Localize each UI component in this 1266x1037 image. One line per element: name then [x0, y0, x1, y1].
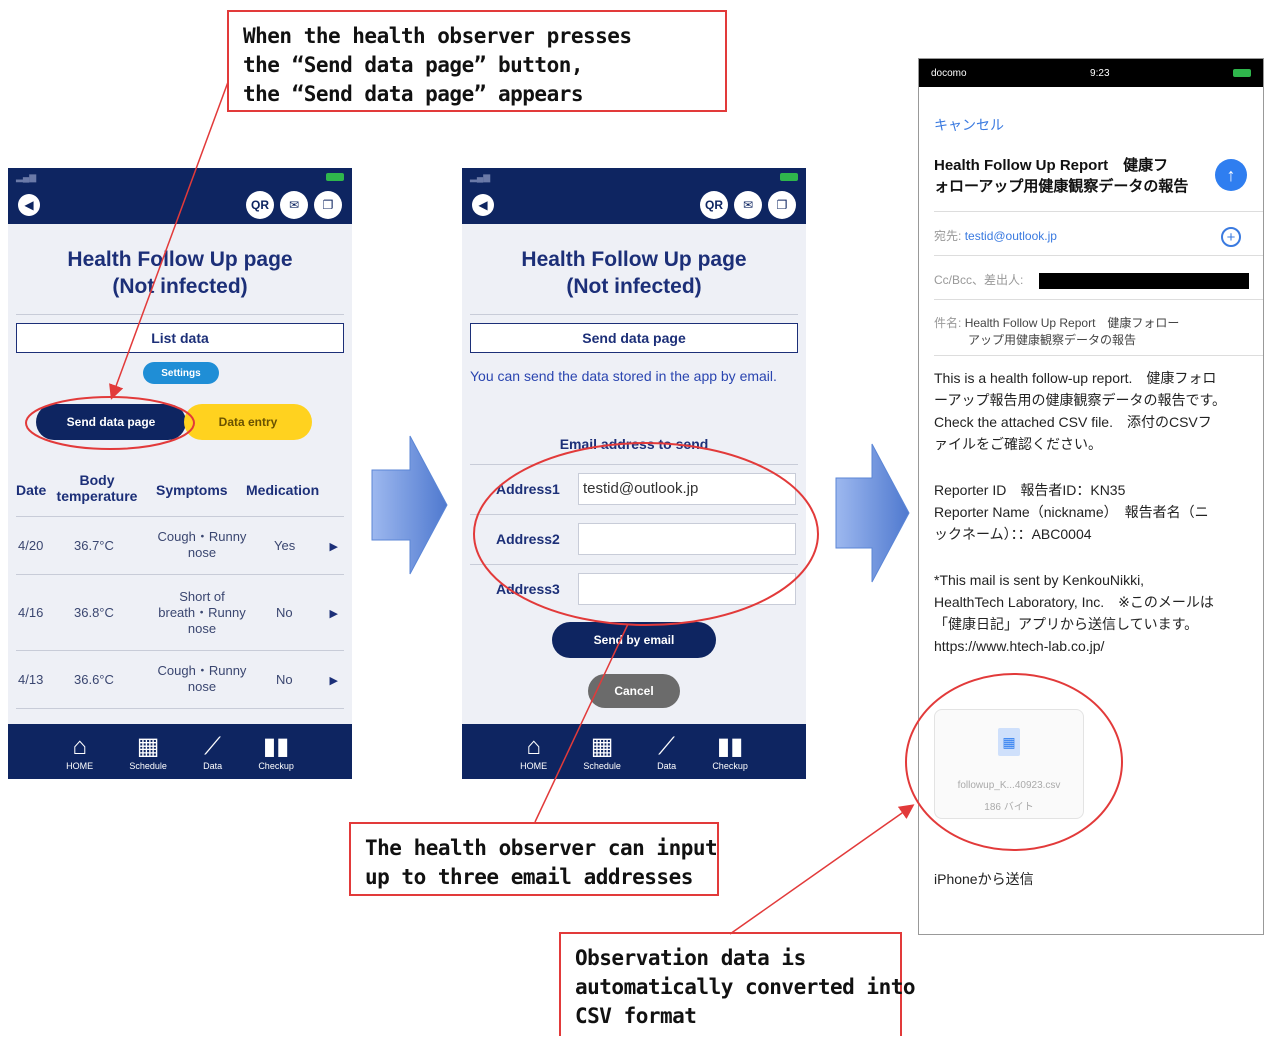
chevron-right-icon: ▶: [329, 608, 338, 620]
status-time: 9:23: [1090, 67, 1110, 79]
nav-bar: ◀ QR ✉ ❐: [462, 186, 806, 224]
spreadsheet-file-icon: ▦: [998, 728, 1020, 756]
qr-icon[interactable]: QR: [246, 191, 274, 219]
divider: [934, 255, 1263, 256]
status-bar: ▂▄▆: [462, 168, 806, 186]
page-title: Health Follow Up page (Not infected): [67, 248, 293, 298]
col-symptoms: Symptoms: [156, 482, 228, 498]
address3-input[interactable]: [578, 573, 796, 605]
divider: [934, 299, 1263, 300]
battery-icon: [1232, 69, 1251, 77]
tab-checkup[interactable]: ▮▮ Checkup: [258, 733, 294, 771]
mail-icon[interactable]: ✉: [280, 191, 308, 219]
col-body-temperature: Body temperature: [56, 472, 138, 504]
nav-bar: ◀ QR ✉ ❐: [8, 186, 352, 224]
table-row[interactable]: 4/13 36.6°C Cough・Runny nose No ▶: [16, 650, 344, 708]
callout-three-addresses: The health observer can input up to thre…: [349, 822, 719, 896]
status-bar: docomo 9:23: [919, 59, 1263, 87]
signal-icon: ▂▄▆: [16, 171, 37, 182]
signal-icon: ▂▄▆: [470, 171, 491, 182]
redacted-sender: [1039, 273, 1249, 289]
cancel-link[interactable]: キャンセル: [934, 115, 1004, 135]
pointer-line: [729, 804, 915, 935]
tab-data[interactable]: ⟋ Data: [657, 733, 676, 771]
book-icon: ▮▮: [716, 732, 744, 760]
calendar-icon: ▦: [136, 732, 160, 760]
tab-home[interactable]: ⌂ HOME: [66, 733, 93, 771]
callout-csv-format: Observation data is automatically conver…: [559, 932, 916, 1036]
to-field[interactable]: 宛先: testid@outlook.jp: [934, 227, 1057, 244]
mail-subject-heading: Health Follow Up Report 健康フ ォローアップ用健康観察デ…: [934, 157, 1189, 195]
table-row[interactable]: 4/20 36.7°C Cough・Runny nose Yes ▶: [16, 516, 344, 574]
battery-icon: [780, 173, 798, 181]
address1-input[interactable]: testid@outlook.jp: [578, 473, 796, 505]
page-title: Health Follow Up page (Not infected): [521, 248, 747, 298]
tab-bar: ⌂ HOME ▦ Schedule ⟋ Data ▮▮ Checkup: [462, 724, 806, 779]
mail-signature: iPhoneから送信: [934, 871, 1034, 887]
flow-arrow-right-icon: [371, 435, 448, 575]
table-row[interactable]: 4/16 36.8°C Short of breath・Runny nose No …: [16, 574, 344, 650]
chart-icon: ⟋: [658, 732, 675, 760]
tab-bar: ⌂ HOME ▦ Schedule ⟋ Data ▮▮ Checkup: [8, 724, 352, 779]
send-data-page-button[interactable]: Send data page: [36, 404, 186, 440]
divider: [470, 314, 798, 315]
mail-icon[interactable]: ✉: [734, 191, 762, 219]
section-header: List data: [16, 323, 344, 353]
address2-row: Address2: [470, 514, 798, 564]
home-icon: ⌂: [72, 732, 87, 760]
divider: [934, 211, 1263, 212]
section-header: Send data page: [470, 323, 798, 353]
divider: [16, 314, 344, 315]
tab-home[interactable]: ⌂ HOME: [520, 733, 547, 771]
callout-send-page: When the health observer presses the “Se…: [227, 10, 727, 112]
csv-attachment[interactable]: ▦ followup_K...40923.csv 186 バイト: [934, 709, 1084, 819]
back-icon[interactable]: ◀: [18, 194, 40, 216]
subject-field[interactable]: 件名: Health Follow Up Report 健康フォロー アップ用健…: [934, 315, 1179, 349]
table-header: Date Body temperature Symptoms Medicatio…: [8, 470, 352, 514]
carrier: docomo: [931, 67, 967, 79]
calendar-icon: ▦: [590, 732, 614, 760]
chevron-right-icon: ▶: [329, 541, 338, 553]
list-data-screen: ▂▄▆ ◀ QR ✉ ❐ Health Follow Up page (Not …: [8, 168, 352, 779]
back-icon[interactable]: ◀: [472, 194, 494, 216]
flow-arrow-right-icon: [835, 443, 910, 583]
cancel-button[interactable]: Cancel: [588, 674, 680, 708]
data-entry-button[interactable]: Data entry: [184, 404, 312, 440]
tab-data[interactable]: ⟋ Data: [203, 733, 222, 771]
mail-body-footer-note: *This mail is sent by KenkouNikki, Health…: [934, 572, 1214, 654]
divider: [934, 355, 1263, 356]
copy-icon[interactable]: ❐: [768, 191, 796, 219]
email-section-label: Email address to send: [559, 436, 709, 452]
intro-text: You can send the data stored in the app …: [470, 368, 777, 384]
status-bar: ▂▄▆: [8, 168, 352, 186]
col-date: Date: [16, 482, 47, 498]
cc-field[interactable]: Cc/Bcc、差出人:: [934, 271, 1023, 288]
battery-icon: [326, 173, 344, 181]
address1-row: Address1 testid@outlook.jp: [470, 464, 798, 514]
address2-input[interactable]: [578, 523, 796, 555]
mail-compose-screen: docomo 9:23 キャンセル Health Follow Up Repor…: [918, 58, 1264, 935]
home-icon: ⌂: [526, 732, 541, 760]
qr-icon[interactable]: QR: [700, 191, 728, 219]
send-data-screen: ▂▄▆ ◀ QR ✉ ❐ Health Follow Up page (Not …: [462, 168, 806, 779]
tab-checkup[interactable]: ▮▮ Checkup: [712, 733, 748, 771]
tab-schedule[interactable]: ▦ Schedule: [129, 733, 167, 771]
mail-body-reporter: Reporter ID 報告者ID：KN35 Reporter Name（nick…: [934, 482, 1209, 542]
tab-schedule[interactable]: ▦ Schedule: [583, 733, 621, 771]
send-arrow-icon[interactable]: ↑: [1215, 159, 1247, 191]
table-row-divider: [16, 708, 344, 710]
col-medication: Medication: [246, 482, 320, 498]
mail-body-intro: This is a health follow-up report. 健康フォロ…: [934, 370, 1227, 452]
chevron-right-icon: ▶: [329, 675, 338, 687]
send-by-email-button[interactable]: Send by email: [552, 622, 716, 658]
settings-button[interactable]: Settings: [143, 362, 219, 384]
chart-icon: ⟋: [204, 732, 221, 760]
book-icon: ▮▮: [262, 732, 290, 760]
copy-icon[interactable]: ❐: [314, 191, 342, 219]
address3-row: Address3: [470, 564, 798, 614]
add-recipient-icon[interactable]: +: [1221, 227, 1241, 247]
